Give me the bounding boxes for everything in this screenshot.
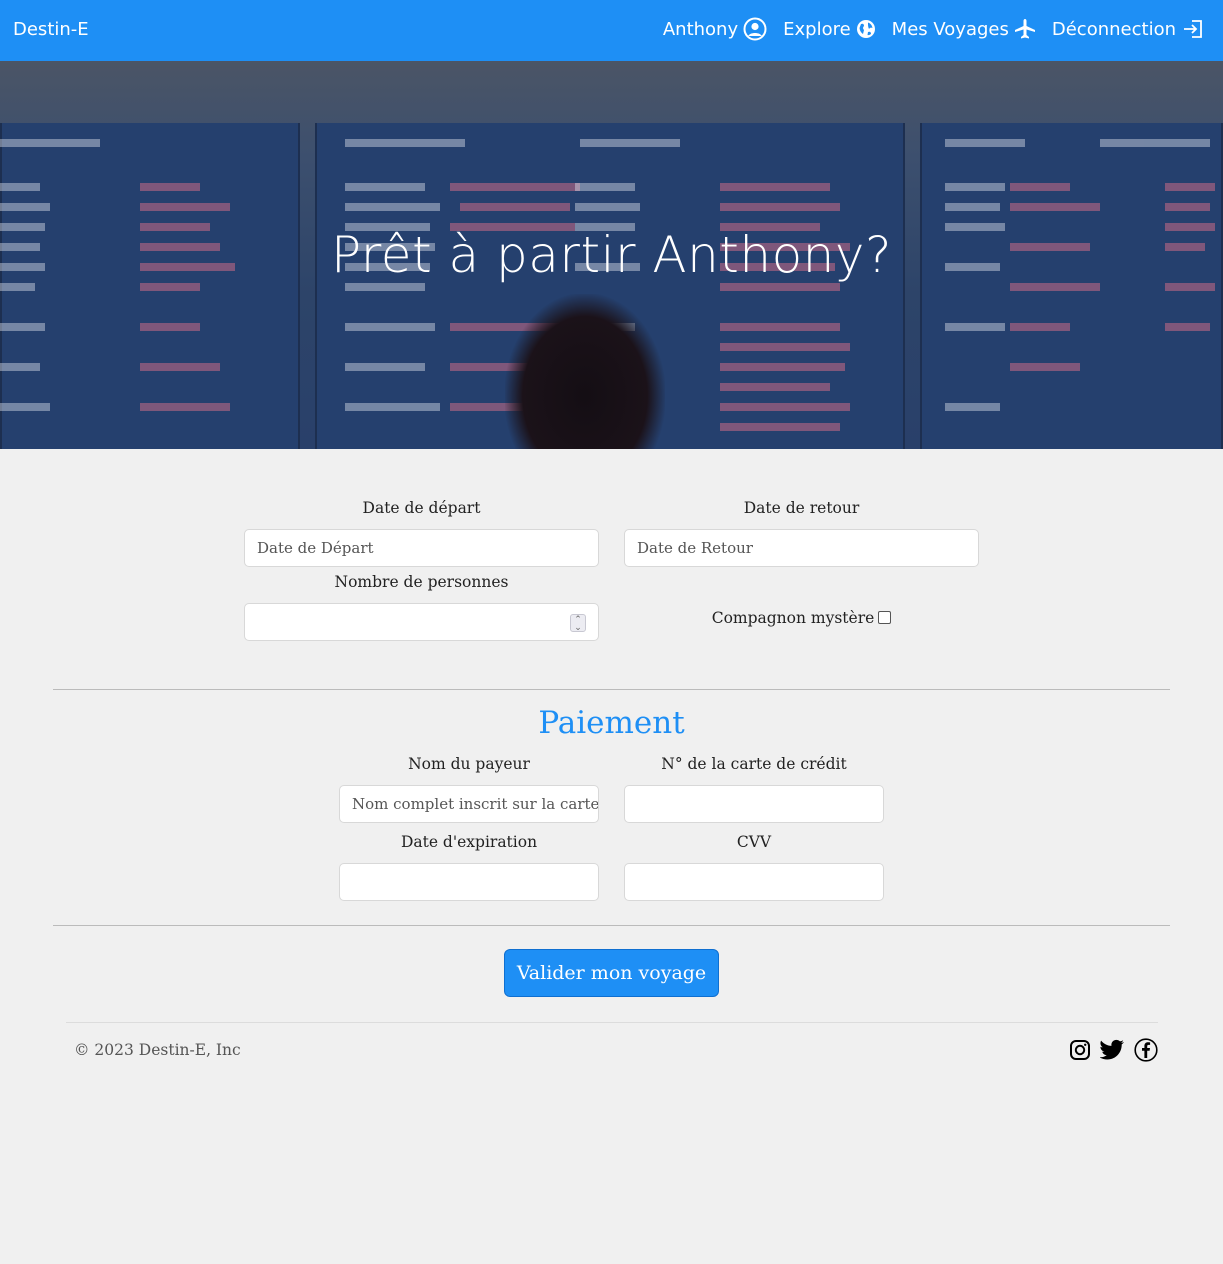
mystery-companion-checkbox[interactable]: [878, 611, 892, 624]
footer-copyright: © 2023 Destin-E, Inc: [74, 1041, 241, 1059]
card-number-label: N° de la carte de crédit: [661, 755, 847, 773]
nav-item-my-trips[interactable]: Mes Voyages: [892, 18, 1036, 40]
payment-section-title: Paiement: [538, 705, 685, 741]
return-date-input[interactable]: Date de Retour: [624, 529, 979, 567]
hero-title: Prêt à partir Anthony?: [331, 226, 892, 284]
hero-banner: Prêt à partir Anthony?: [0, 61, 1223, 449]
nav-item-label: Déconnection: [1051, 18, 1176, 40]
twitter-icon[interactable]: [1100, 1039, 1125, 1061]
nav-links: Anthony Explore Mes Voyages Déconnection: [663, 17, 1205, 41]
nav-item-label: Mes Voyages: [891, 18, 1009, 40]
section-divider-bottom: [53, 925, 1170, 926]
validate-trip-button[interactable]: Valider mon voyage: [504, 949, 719, 997]
depart-date-input[interactable]: Date de Départ: [244, 529, 599, 567]
nav-item-label: Explore: [783, 18, 851, 40]
expiry-date-label: Date d'expiration: [400, 833, 538, 851]
user-circle-icon: [743, 17, 767, 41]
mystery-companion-label: Compagnon mystère: [711, 609, 875, 627]
navbar: Destin-E Anthony Explore Mes Voyages Déc…: [0, 0, 1223, 61]
return-date-label: Date de retour: [743, 499, 860, 517]
section-divider-top: [53, 689, 1170, 690]
facebook-icon[interactable]: [1134, 1038, 1158, 1062]
nav-item-logout[interactable]: Déconnection: [1052, 17, 1205, 41]
people-count-label: Nombre de personnes: [334, 573, 509, 591]
airplane-icon: [1014, 19, 1035, 39]
number-stepper-icon[interactable]: ⌃ ⌄: [570, 614, 586, 633]
people-count-input[interactable]: ⌃ ⌄: [244, 603, 599, 641]
social-links: [1069, 1038, 1158, 1062]
instagram-icon[interactable]: [1069, 1039, 1091, 1061]
logout-icon: [1184, 20, 1202, 38]
payer-name-label: Nom du payeur: [408, 755, 530, 773]
footer-divider: [66, 1022, 1158, 1023]
nav-item-label: Anthony: [662, 18, 739, 40]
nav-item-explore[interactable]: Explore: [783, 19, 876, 40]
hero-person-silhouette: [505, 294, 665, 449]
mystery-companion-field: Compagnon mystère: [624, 609, 979, 627]
brand-logo[interactable]: Destin-E: [13, 19, 89, 40]
expiry-date-input[interactable]: [339, 863, 599, 901]
cvv-input[interactable]: [624, 863, 884, 901]
payer-name-input[interactable]: Nom complet inscrit sur la carte: [339, 785, 599, 823]
cvv-label: CVV: [736, 833, 772, 851]
nav-item-profile[interactable]: Anthony: [663, 17, 767, 41]
globe-icon: [856, 20, 875, 38]
card-number-input[interactable]: [624, 785, 884, 823]
depart-date-label: Date de départ: [362, 499, 481, 517]
